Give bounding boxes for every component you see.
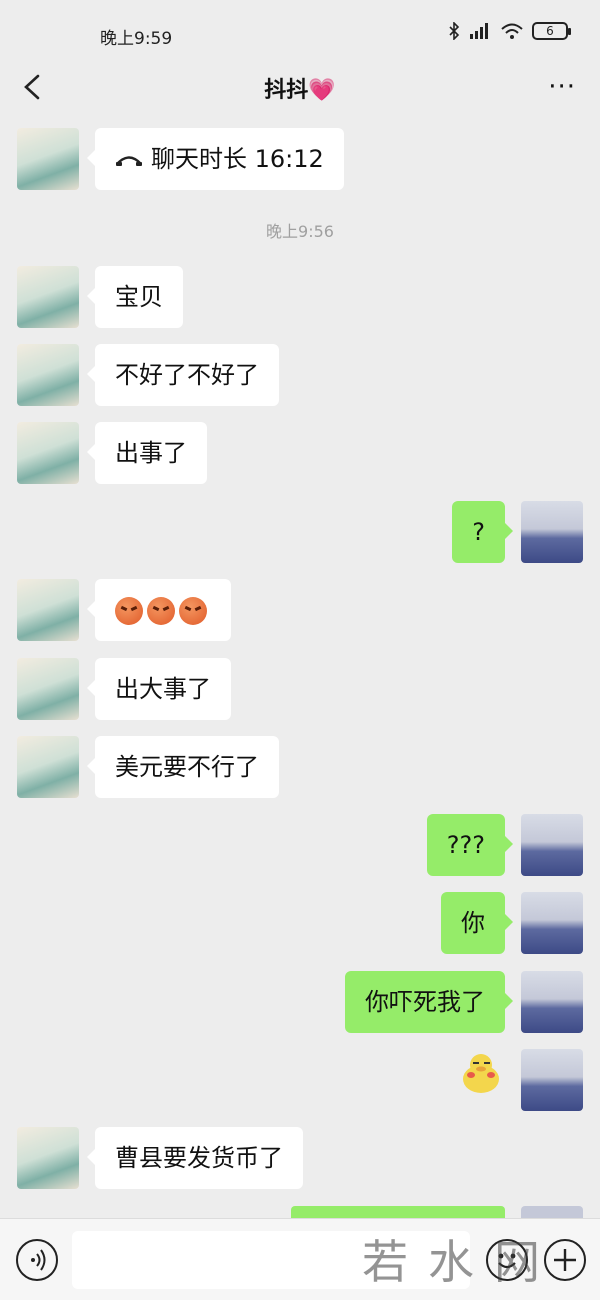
self-avatar[interactable] <box>521 1049 583 1111</box>
angry-face-icon <box>147 597 175 625</box>
self-avatar[interactable] <box>521 971 583 1033</box>
angry-face-icon <box>179 597 207 625</box>
message-bubble[interactable]: 你 <box>441 892 513 954</box>
plus-icon <box>554 1249 576 1271</box>
message-row: 不好了不好了 <box>0 344 600 408</box>
contact-avatar[interactable] <box>17 344 79 406</box>
message-row <box>0 579 600 643</box>
voice-input-button[interactable] <box>16 1239 58 1281</box>
call-duration-text: 聊天时长 16:12 <box>151 145 324 173</box>
call-record-bubble[interactable]: 聊天时长 16:12 <box>87 128 344 190</box>
message-row <box>0 1049 600 1113</box>
message-row: 你 <box>0 892 600 956</box>
phone-hangup-icon <box>116 156 142 166</box>
status-time: 晚上9:59 <box>100 29 173 49</box>
message-timestamp: 晚上9:56 <box>266 222 334 241</box>
message-bubble[interactable] <box>291 1206 505 1218</box>
contact-avatar[interactable] <box>17 579 79 641</box>
message-list[interactable]: 聊天时长 16:12 晚上9:56 宝贝 不好了不好了 出事了 ? 出大事了 美… <box>0 114 600 1218</box>
message-bubble[interactable]: 出事了 <box>87 422 207 484</box>
message-bubble[interactable]: ? <box>452 501 513 563</box>
contact-avatar[interactable] <box>17 736 79 798</box>
message-bubble[interactable]: ??? <box>426 814 514 876</box>
self-avatar[interactable] <box>521 814 583 876</box>
message-row: 你吓死我了 <box>0 971 600 1035</box>
status-bar: 晚上9:59 6 <box>0 0 600 62</box>
message-input[interactable] <box>72 1231 470 1289</box>
contact-avatar[interactable] <box>17 658 79 720</box>
message-row: 出事了 <box>0 422 600 486</box>
bluetooth-icon <box>449 22 460 40</box>
message-bubble[interactable]: 不好了不好了 <box>87 344 279 406</box>
message-bubble[interactable]: 曹县要发货币了 <box>87 1127 303 1189</box>
self-avatar[interactable] <box>521 1206 583 1218</box>
message-row: 宝贝 <box>0 266 600 330</box>
message-row: 聊天时长 16:12 <box>0 128 600 192</box>
contact-avatar[interactable] <box>17 128 79 190</box>
input-bar <box>0 1218 600 1300</box>
message-row <box>0 1206 600 1218</box>
chat-title: 抖抖💗 <box>264 78 336 103</box>
message-bubble[interactable]: 你吓死我了 <box>345 971 513 1033</box>
emoji-button[interactable] <box>486 1239 528 1281</box>
message-bubble[interactable]: 宝贝 <box>87 266 183 328</box>
self-avatar[interactable] <box>521 892 583 954</box>
emoji-message-bubble[interactable] <box>87 579 231 641</box>
contact-avatar[interactable] <box>17 266 79 328</box>
wifi-icon <box>501 23 523 39</box>
angry-face-icon <box>115 597 143 625</box>
message-row: 出大事了 <box>0 658 600 722</box>
duck-sticker-icon[interactable] <box>457 1049 505 1095</box>
more-functions-button[interactable] <box>544 1239 586 1281</box>
more-options-button[interactable]: ··· <box>548 72 576 102</box>
message-row: ? <box>0 501 600 565</box>
message-row: 美元要不行了 <box>0 736 600 800</box>
status-icons: 6 <box>448 22 571 40</box>
voice-icon <box>31 1249 46 1271</box>
chat-header: 抖抖💗 ··· <box>0 62 600 114</box>
message-bubble[interactable]: 美元要不行了 <box>87 736 279 798</box>
contact-avatar[interactable] <box>17 422 79 484</box>
smiley-icon <box>498 1253 516 1269</box>
contact-avatar[interactable] <box>17 1127 79 1189</box>
battery-icon: 6 <box>532 22 571 40</box>
signal-icon <box>470 23 488 39</box>
message-bubble[interactable]: 出大事了 <box>87 658 231 720</box>
self-avatar[interactable] <box>521 501 583 563</box>
message-row: 曹县要发货币了 <box>0 1127 600 1191</box>
message-row: ??? <box>0 814 600 878</box>
